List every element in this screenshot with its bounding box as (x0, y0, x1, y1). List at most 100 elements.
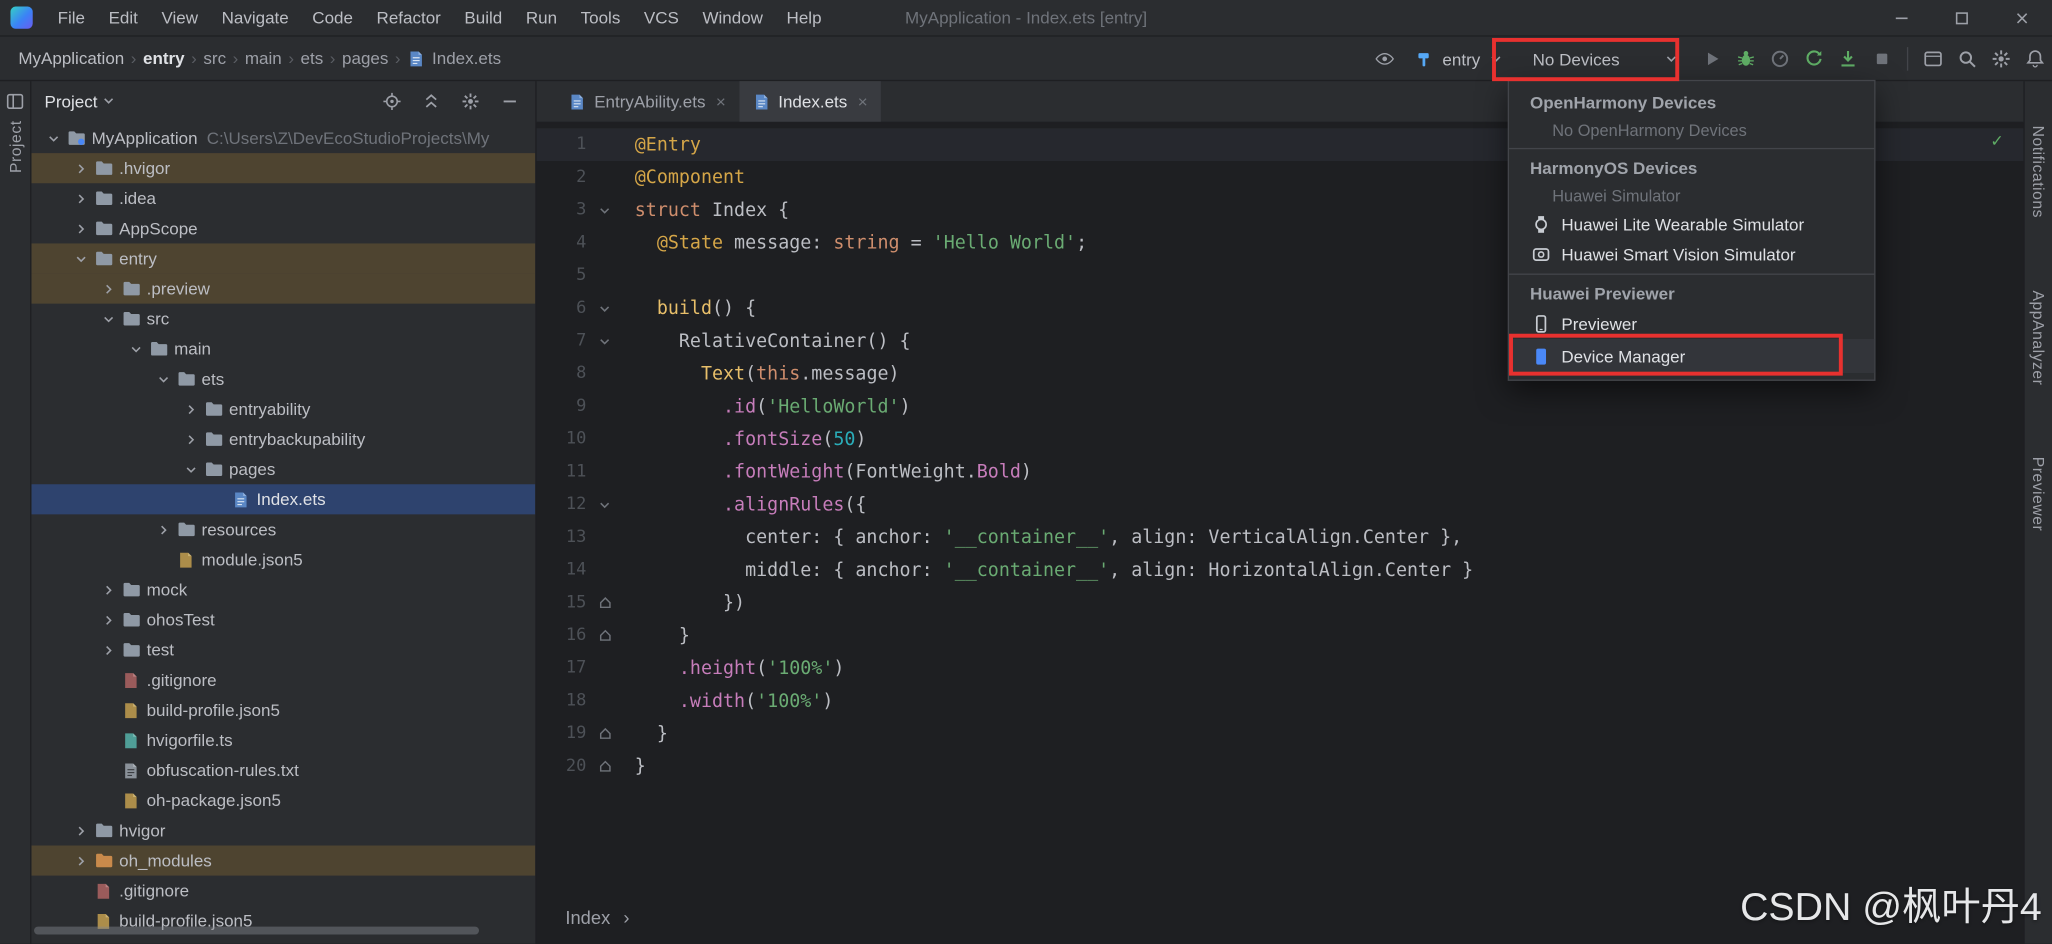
tree-collapsed-icon[interactable] (179, 401, 201, 417)
rerun-button[interactable] (1797, 42, 1831, 76)
tree-collapsed-icon[interactable] (69, 853, 91, 869)
tree-item-mock[interactable]: mock (31, 575, 535, 605)
breadcrumb-item-ets[interactable]: ets (295, 46, 328, 71)
tree-item-ets[interactable]: ets (31, 364, 535, 394)
minimize-button[interactable] (1872, 0, 1932, 35)
tree-expanded-icon[interactable] (42, 130, 64, 146)
pre-launch-button[interactable] (1368, 42, 1402, 76)
tab-index-ets[interactable]: Index.ets× (739, 81, 881, 122)
hide-button[interactable] (500, 91, 520, 111)
menu-edit[interactable]: Edit (97, 3, 150, 33)
tree-collapsed-icon[interactable] (69, 190, 91, 206)
tree-collapsed-icon[interactable] (97, 642, 119, 658)
tab-close-icon[interactable]: × (858, 92, 868, 112)
tree-item-module-json5[interactable]: module.json5 (31, 544, 535, 574)
breadcrumb-item-main[interactable]: main (240, 46, 287, 71)
run-config-selector[interactable]: entry (1406, 45, 1515, 72)
settings-small-button[interactable] (461, 91, 481, 111)
menu-tools[interactable]: Tools (569, 3, 632, 33)
device-menu-item-previewer[interactable]: Previewer (1509, 309, 1874, 339)
tree-collapsed-icon[interactable] (69, 823, 91, 839)
tree-item-gitignore[interactable]: .gitignore (31, 876, 535, 906)
tree-item-oh-modules[interactable]: oh_modules (31, 845, 535, 875)
tree-item-index-ets[interactable]: Index.ets (31, 484, 535, 514)
device-menu-item-device-manager[interactable]: Device Manager (1509, 339, 1874, 373)
profiler-button[interactable] (1763, 42, 1797, 76)
tool-window-button-project[interactable] (5, 92, 25, 112)
tree-item-src[interactable]: src (31, 304, 535, 334)
fold-marker-icon[interactable] (586, 333, 623, 349)
tree-item-gitignore[interactable]: .gitignore (31, 665, 535, 695)
tree-item-entryability[interactable]: entryability (31, 394, 535, 424)
tree-item-myapplication[interactable]: MyApplicationC:\Users\Z\DevEcoStudioProj… (31, 123, 535, 153)
run-button[interactable] (1695, 42, 1729, 76)
tree-collapsed-icon[interactable] (97, 281, 119, 297)
menu-help[interactable]: Help (775, 3, 834, 33)
device-menu-item-huawei-smart-vision-simulator[interactable]: Huawei Smart Vision Simulator (1509, 240, 1874, 270)
tool-window-label-previewer[interactable]: Previewer (2029, 457, 2047, 532)
fold-marker-icon[interactable] (586, 300, 623, 316)
locate-button[interactable] (382, 91, 402, 111)
tree-item-preview[interactable]: .preview (31, 274, 535, 304)
tool-window-label-appanalyzer[interactable]: AppAnalyzer (2029, 290, 2047, 385)
chevron-down-icon[interactable] (101, 93, 117, 109)
breadcrumb-item-myapplication[interactable]: MyApplication (13, 46, 129, 71)
fold-marker-icon[interactable] (586, 726, 623, 740)
device-frame-button[interactable] (1916, 42, 1950, 76)
tree-expanded-icon[interactable] (152, 371, 174, 387)
tree-collapsed-icon[interactable] (179, 431, 201, 447)
tree-item-resources[interactable]: resources (31, 514, 535, 544)
tree-collapsed-icon[interactable] (69, 221, 91, 237)
fold-marker-icon[interactable] (586, 202, 623, 218)
tree-item-hvigor[interactable]: .hvigor (31, 153, 535, 183)
tree-item-main[interactable]: main (31, 334, 535, 364)
device-selector[interactable]: No Devices (1522, 45, 1690, 72)
menu-window[interactable]: Window (691, 3, 775, 33)
menu-code[interactable]: Code (301, 3, 365, 33)
tree-collapsed-icon[interactable] (97, 612, 119, 628)
menu-refactor[interactable]: Refactor (365, 3, 453, 33)
tree-item-idea[interactable]: .idea (31, 183, 535, 213)
fold-marker-icon[interactable] (586, 596, 623, 610)
breadcrumb-item-pages[interactable]: pages (337, 46, 394, 71)
settings-button[interactable] (1984, 42, 2018, 76)
tree-expanded-icon[interactable] (69, 251, 91, 267)
tree-item-hvigorfile-ts[interactable]: hvigorfile.ts (31, 725, 535, 755)
tree-item-entrybackupability[interactable]: entrybackupability (31, 424, 535, 454)
menu-file[interactable]: File (46, 3, 97, 33)
close-button[interactable] (1992, 0, 2052, 35)
menu-view[interactable]: View (150, 3, 210, 33)
breadcrumb-item-src[interactable]: src (198, 46, 231, 71)
tab-entryability-ets[interactable]: EntryAbility.ets× (555, 81, 739, 122)
tree-expanded-icon[interactable] (179, 461, 201, 477)
breadcrumb-item-index-ets[interactable]: Index.ets (402, 46, 506, 71)
tree-item-appscope[interactable]: AppScope (31, 213, 535, 243)
stop-button[interactable] (1865, 42, 1899, 76)
attach-button[interactable] (1831, 42, 1865, 76)
menu-vcs[interactable]: VCS (632, 3, 691, 33)
tree-item-obfuscation-rules-txt[interactable]: obfuscation-rules.txt (31, 755, 535, 785)
tree-collapsed-icon[interactable] (152, 522, 174, 538)
tree-item-oh-package-json5[interactable]: oh-package.json5 (31, 785, 535, 815)
tree-item-test[interactable]: test (31, 635, 535, 665)
menu-run[interactable]: Run (514, 3, 569, 33)
fold-marker-icon[interactable] (586, 759, 623, 773)
tree-item-build-profile-json5[interactable]: build-profile.json5 (31, 695, 535, 725)
maximize-button[interactable] (1932, 0, 1992, 35)
menu-navigate[interactable]: Navigate (210, 3, 301, 33)
tree-item-entry[interactable]: entry (31, 243, 535, 273)
tree-item-hvigor[interactable]: hvigor (31, 815, 535, 845)
tool-window-label-project[interactable]: Project (6, 120, 24, 173)
fold-marker-icon[interactable] (586, 628, 623, 642)
menu-build[interactable]: Build (453, 3, 514, 33)
project-hscrollbar[interactable] (34, 927, 479, 935)
inspection-status-icon[interactable]: ✓ (1991, 131, 2002, 152)
device-menu-item-huawei-lite-wearable-simulator[interactable]: Huawei Lite Wearable Simulator (1509, 209, 1874, 239)
tree-item-pages[interactable]: pages (31, 454, 535, 484)
tab-close-icon[interactable]: × (716, 92, 726, 112)
tree-collapsed-icon[interactable] (69, 160, 91, 176)
notifications-button[interactable] (2018, 42, 2052, 76)
breadcrumb-item-entry[interactable]: entry (138, 46, 190, 71)
collapse-all-button[interactable] (421, 91, 441, 111)
fold-marker-icon[interactable] (586, 497, 623, 513)
